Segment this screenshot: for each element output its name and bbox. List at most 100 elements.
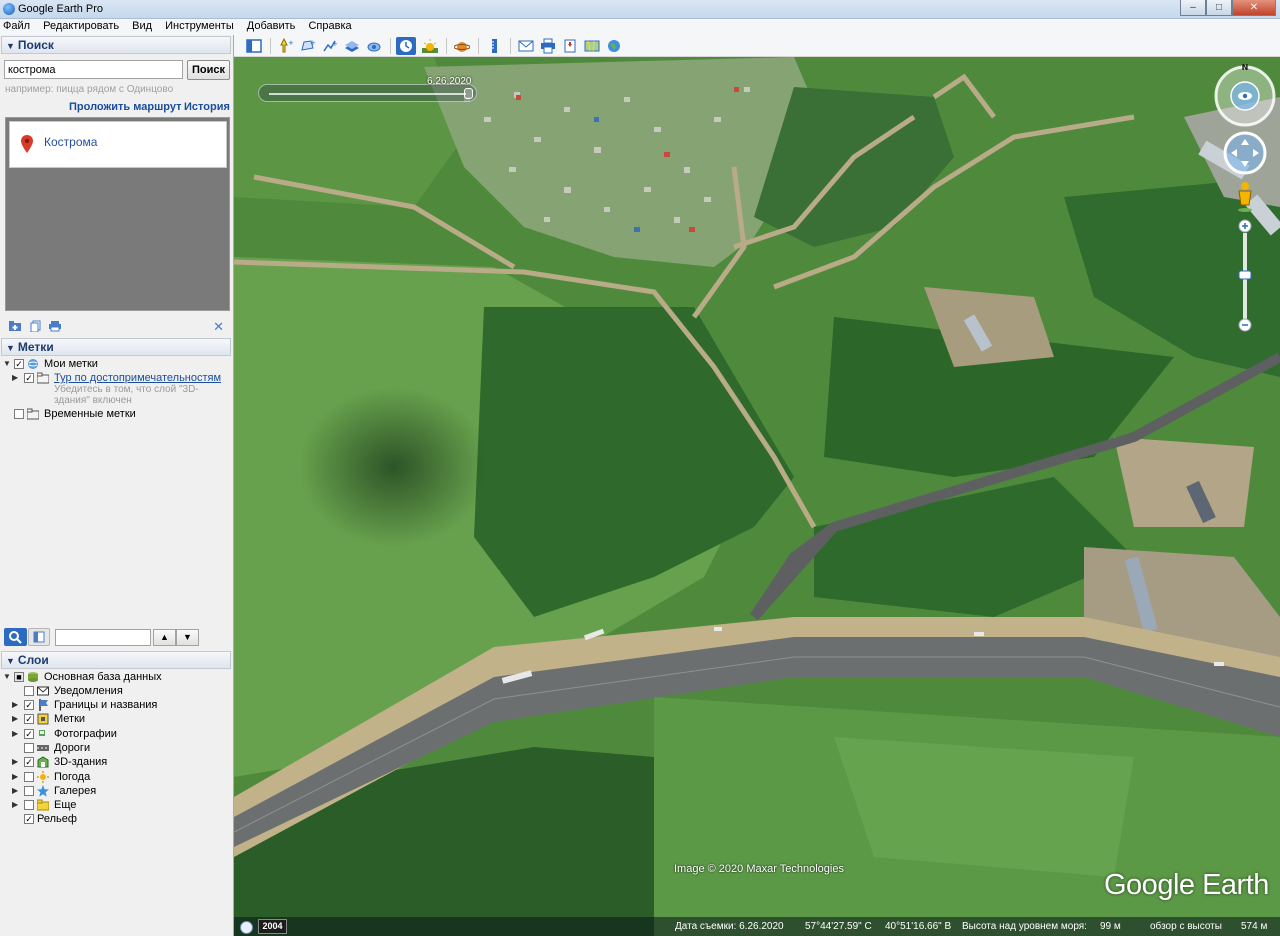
collapse-arrow-icon[interactable]: ▼ <box>3 359 11 368</box>
add-image-overlay-button[interactable] <box>342 37 362 55</box>
tour-checkbox[interactable]: ✓ <box>24 373 34 383</box>
expand-arrow-icon[interactable]: ▶ <box>12 729 18 738</box>
layer-checkbox[interactable] <box>24 772 34 782</box>
layer-checkbox[interactable]: ✓ <box>24 757 34 767</box>
search-header-label: Поиск <box>17 38 54 52</box>
switch-planet-button[interactable] <box>452 37 472 55</box>
places-filter-input[interactable] <box>55 629 151 646</box>
imagery-year-badge[interactable]: 2004 <box>258 919 287 934</box>
panel-view-button[interactable] <box>28 628 50 646</box>
search-places-button[interactable] <box>4 628 27 646</box>
layer-item-gallery[interactable]: ▶ Галерея <box>0 785 232 799</box>
expand-arrow-icon[interactable]: ▶ <box>12 757 18 766</box>
layers-section-header[interactable]: ▼ Слои <box>1 651 231 669</box>
tree-item-temporary-places[interactable]: Временные метки <box>0 408 232 422</box>
layer-checkbox[interactable]: ✓ <box>24 729 34 739</box>
expand-arrow-icon[interactable]: ▶ <box>12 373 18 382</box>
weather-icon <box>37 771 49 783</box>
places-section-header[interactable]: ▼ Метки <box>1 338 231 356</box>
minimize-button[interactable]: – <box>1180 0 1206 16</box>
tree-item-primary-database[interactable]: ▼ ■ Основная база данных <box>0 671 232 685</box>
primary-database-checkbox[interactable]: ■ <box>14 672 24 682</box>
menu-help[interactable]: Справка <box>302 19 355 32</box>
svg-text:+: + <box>310 39 316 47</box>
directions-link[interactable]: Проложить маршрут <box>69 101 181 113</box>
panel-icon <box>33 631 45 643</box>
my-places-checkbox[interactable]: ✓ <box>14 359 24 369</box>
database-icon <box>28 672 38 682</box>
layer-item-terrain[interactable]: ✓ Рельеф <box>0 813 232 827</box>
layer-checkbox[interactable] <box>24 800 34 810</box>
copy-icon[interactable] <box>29 320 43 332</box>
layers-header-label: Слои <box>17 653 49 667</box>
move-up-button[interactable]: ▲ <box>153 629 176 646</box>
close-button[interactable]: ✕ <box>1232 0 1276 16</box>
expand-arrow-icon[interactable]: ▶ <box>12 714 18 723</box>
zoom-in-button[interactable] <box>1238 219 1252 233</box>
historical-imagery-button[interactable] <box>396 37 416 55</box>
menu-edit[interactable]: Редактировать <box>37 19 123 32</box>
search-section-header[interactable]: ▼ Поиск <box>1 36 231 54</box>
imagery-attribution: Image © 2020 Maxar Technologies <box>674 863 844 875</box>
history-link[interactable]: История <box>184 101 230 113</box>
view-in-maps-button[interactable] <box>582 37 602 55</box>
menu-add[interactable]: Добавить <box>241 19 300 32</box>
print-button[interactable] <box>538 37 558 55</box>
sunlight-button[interactable] <box>420 37 440 55</box>
tour-link[interactable]: Тур по достопримечательностям <box>54 372 221 384</box>
move-down-button[interactable]: ▼ <box>176 629 199 646</box>
zoom-out-button[interactable] <box>1238 318 1252 332</box>
street-view-pegman-icon[interactable] <box>1238 182 1252 212</box>
layer-checkbox[interactable]: ✓ <box>24 700 34 710</box>
add-path-button[interactable]: + <box>320 37 340 55</box>
save-image-button[interactable] <box>560 37 580 55</box>
layer-item-notifications[interactable]: Уведомления <box>0 685 232 699</box>
slider-track[interactable] <box>269 93 466 95</box>
maximize-button[interactable]: □ <box>1206 0 1232 16</box>
layer-item-photos[interactable]: ▶ ✓ Фотографии <box>0 728 232 742</box>
satellite-imagery[interactable] <box>234 57 1280 936</box>
zoom-slider-knob[interactable] <box>1238 270 1252 280</box>
collapse-arrow-icon[interactable]: ▼ <box>3 672 11 681</box>
add-polygon-button[interactable]: + <box>298 37 318 55</box>
layer-checkbox[interactable]: ✓ <box>24 714 34 724</box>
layer-label: 3D-здания <box>54 756 108 768</box>
search-input[interactable] <box>4 60 183 79</box>
expand-arrow-icon[interactable]: ▶ <box>12 800 18 809</box>
layer-item-borders[interactable]: ▶ ✓ Границы и названия <box>0 699 232 713</box>
add-placemark-button[interactable]: + <box>276 37 296 55</box>
temp-places-checkbox[interactable] <box>14 409 24 419</box>
tree-item-my-places[interactable]: ▼ ✓ Мои метки <box>0 358 232 372</box>
search-result-item[interactable]: Кострома <box>9 121 227 168</box>
layer-item-weather[interactable]: ▶ Погода <box>0 771 232 785</box>
layer-item-places[interactable]: ▶ ✓ Метки <box>0 713 232 727</box>
earth-view-button[interactable] <box>604 37 624 55</box>
record-tour-button[interactable] <box>364 37 384 55</box>
menu-tools[interactable]: Инструменты <box>159 19 238 32</box>
toggle-sidebar-button[interactable] <box>244 37 264 55</box>
expand-arrow-icon[interactable]: ▶ <box>12 772 18 781</box>
layer-label: Фотографии <box>54 728 117 740</box>
layer-item-3d-buildings[interactable]: ▶ ✓ 3D-здания <box>0 756 232 770</box>
layer-checkbox[interactable] <box>24 786 34 796</box>
layer-item-more[interactable]: ▶ Еще <box>0 799 232 813</box>
add-folder-icon[interactable] <box>8 320 22 332</box>
historical-imagery-clock-icon[interactable] <box>240 921 253 934</box>
print-icon[interactable] <box>48 320 62 332</box>
expand-arrow-icon[interactable]: ▶ <box>12 786 18 795</box>
expand-arrow-icon[interactable]: ▶ <box>12 700 18 709</box>
layer-item-roads[interactable]: Дороги <box>0 742 232 756</box>
menu-view[interactable]: Вид <box>126 19 156 32</box>
slider-knob[interactable] <box>464 88 473 99</box>
terrain-checkbox[interactable]: ✓ <box>24 814 34 824</box>
map-view[interactable]: 6.26.2020 N Image © 2020 Maxar Technolog… <box>234 57 1280 936</box>
layer-checkbox[interactable] <box>24 686 34 696</box>
search-button[interactable]: Поиск <box>187 60 230 80</box>
pan-control[interactable] <box>1223 131 1267 175</box>
email-button[interactable] <box>516 37 536 55</box>
ruler-button[interactable] <box>484 37 504 55</box>
close-search-results-icon[interactable]: ✕ <box>213 319 224 335</box>
layer-checkbox[interactable] <box>24 743 34 753</box>
menu-file[interactable]: Файл <box>0 19 34 32</box>
compass-ring[interactable] <box>1214 65 1276 127</box>
